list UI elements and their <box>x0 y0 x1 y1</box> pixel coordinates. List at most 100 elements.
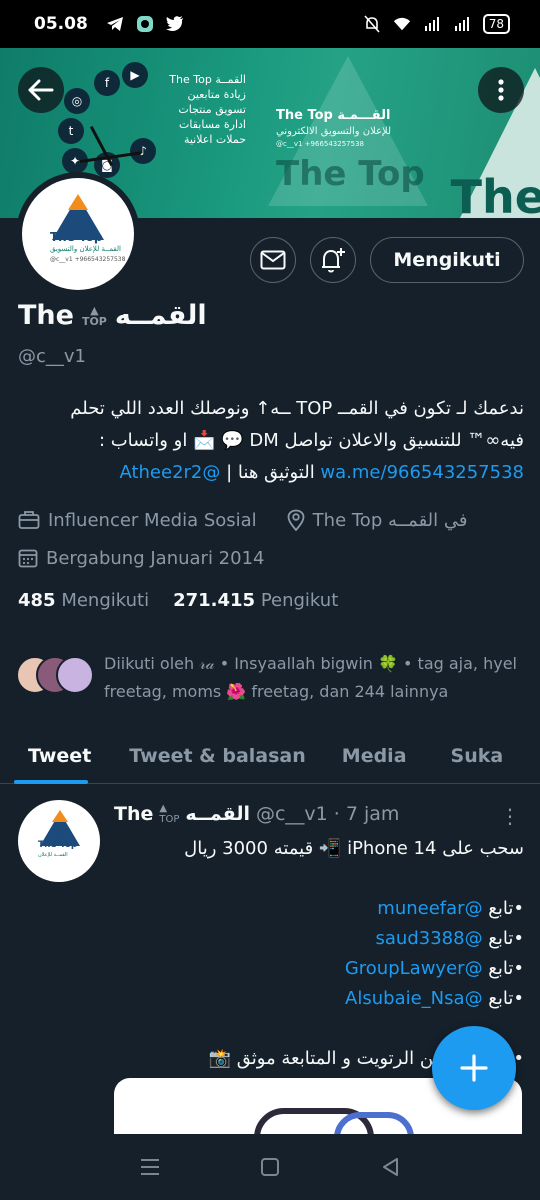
banner-line: زيادة متابعين <box>187 88 246 101</box>
bio-line: فيه∞™ للتنسيق والاعلان تواصل DM 💬 📩 او و… <box>98 430 524 451</box>
message-button[interactable] <box>250 237 296 283</box>
mention-link[interactable]: @Alsubaie_Nsa <box>345 988 483 1009</box>
recent-apps-button[interactable] <box>135 1152 165 1182</box>
bell-plus-icon <box>322 248 345 273</box>
follower-avatar <box>56 656 94 694</box>
profile-avatar[interactable]: The Top القمــة للإعلان والتسويق @c__v1 … <box>16 172 140 296</box>
tweet-follow-prefix: •تابع <box>482 928 524 949</box>
tweet-avatar-subtitle: القمــة للإعلان <box>38 852 68 858</box>
tweet-more-icon[interactable]: ⋮ <box>500 804 520 828</box>
avatar-contact: @c__v1 +966543257538 <box>50 256 126 263</box>
avatar-image: The Top القمــة للإعلان والتسويق @c__v1 … <box>22 178 134 290</box>
status-right-icons: 78 <box>363 14 510 34</box>
followers-stat[interactable]: 271.415 Pengikut <box>173 590 338 611</box>
square-icon <box>261 1158 279 1176</box>
bio-mention-link[interactable]: @Athee2r2 <box>119 462 220 483</box>
twitter-bird-icon <box>165 15 184 33</box>
avatar-subtitle: القمــة للإعلان والتسويق <box>50 245 121 253</box>
mail-icon <box>260 250 286 270</box>
more-vertical-icon <box>498 79 504 101</box>
bio-whatsapp-link[interactable]: wa.me/966543257538 <box>320 462 524 483</box>
banner-subtitle: للإعلان والتسويق الالكتروني <box>276 126 392 137</box>
profile-name: The ▲ TOP القمــه <box>18 300 207 331</box>
logo-peak-shape <box>52 810 68 822</box>
bio-text: التوثيق هنا | <box>220 462 321 483</box>
tweet-line: •تابع @GroupLawyer <box>114 954 524 984</box>
notifications-button[interactable] <box>310 237 356 283</box>
followed-by-text: Diikuti oleh 𝓇𝒶 • Insyaallah bigwin 🍀 • … <box>104 654 517 701</box>
bio-line: wa.me/966543257538 التوثيق هنا | @Athee2… <box>18 457 524 489</box>
mute-bell-icon <box>363 15 381 33</box>
followers-label: Pengikut <box>260 590 339 611</box>
tweet-line: •تابع @saud3388 <box>114 924 525 954</box>
follow-stats: 485 Mengikuti 271.415 Pengikut <box>18 590 338 611</box>
location-pin-icon <box>287 509 305 531</box>
tweet-avatar-brand: The Top <box>38 840 78 850</box>
wifi-icon <box>393 15 411 33</box>
avatar-brand: The Top <box>50 230 103 244</box>
tab-likes[interactable]: Suka <box>437 728 518 784</box>
banner-brand-large: The <box>450 170 540 218</box>
calendar-icon <box>18 549 38 568</box>
profile-handle: @c__v1 <box>18 346 87 367</box>
top-emoji-icon: ▲ TOP <box>159 803 180 825</box>
following-button[interactable]: Mengikuti <box>370 237 524 283</box>
home-button[interactable] <box>255 1152 285 1182</box>
tweet-avatar[interactable]: The Top القمــة للإعلان <box>18 800 100 882</box>
triangle-back-icon <box>383 1158 398 1176</box>
banner-contact: @c__v1 +966543257538 <box>276 140 364 148</box>
banner-line: تسويق منتجات <box>178 103 246 116</box>
bio-line: ندعمك لـ تكون في القمــ TOP ــه↑ ونوصلك … <box>70 398 524 419</box>
tab-media[interactable]: Media <box>328 728 421 784</box>
following-stat[interactable]: 485 Mengikuti <box>18 590 149 611</box>
profile-location: The Top في القمــه <box>312 509 468 531</box>
follower-avatars <box>16 656 94 696</box>
tweet-follow-prefix: •تابع <box>482 958 524 979</box>
compose-tweet-button[interactable] <box>432 1026 516 1110</box>
signal-icon-1 <box>423 15 441 33</box>
tweet-author-name-arabic[interactable]: القمــه <box>185 803 250 825</box>
tweet-header: The ▲ TOP القمــه @c__v1 · 7 jam <box>114 803 399 825</box>
profile-name-part: The <box>18 300 74 331</box>
twitter-icon: t <box>58 118 84 144</box>
top-emoji-label: TOP <box>159 814 180 825</box>
briefcase-icon <box>18 511 40 529</box>
battery-indicator: 78 <box>482 14 510 34</box>
status-time: 05.08 <box>34 14 88 34</box>
logo-peak-shape <box>68 194 88 210</box>
following-label: Mengikuti <box>61 590 150 611</box>
meta-row: Influencer Media Sosial The Top في القمـ… <box>18 505 468 535</box>
top-emoji-icon: ▲ TOP <box>81 303 107 328</box>
mention-link[interactable]: @muneefar <box>377 898 482 919</box>
banner-brand-watermark: The Top <box>276 154 425 194</box>
banner-title: The Top القـــمـة <box>276 108 391 123</box>
back-button[interactable] <box>18 67 64 113</box>
profile-tabs: Tweet Tweet & balasan Media Suka <box>0 728 540 784</box>
dribbble-icon: ◎ <box>64 88 90 114</box>
profile-bio: ندعمك لـ تكون في القمــ TOP ــه↑ ونوصلك … <box>18 393 524 489</box>
tweet-follow-prefix: •تابع <box>482 988 524 1009</box>
plus-icon <box>460 1054 488 1082</box>
tweet-handle-time: @c__v1 · 7 jam <box>255 803 400 825</box>
system-back-button[interactable] <box>375 1152 405 1182</box>
banner-line: ادارة مسابقات <box>179 118 246 131</box>
more-options-button[interactable] <box>478 67 524 113</box>
menu-lines-icon <box>141 1159 159 1175</box>
banner-services-text: The Top القمــة زيادة متابعين تسويق منتج… <box>146 72 246 147</box>
followers-count: 271.415 <box>173 590 256 611</box>
profile-category: Influencer Media Sosial <box>48 509 257 531</box>
status-bar: 05.08 78 <box>0 0 540 48</box>
mention-link[interactable]: @saud3388 <box>376 928 483 949</box>
profile-name-part: القمــه <box>114 300 207 331</box>
tweet-author-name[interactable]: The <box>114 803 153 825</box>
telegram-icon <box>106 15 124 33</box>
signal-icon-2 <box>453 15 471 33</box>
followed-by-section[interactable]: Diikuti oleh 𝓇𝒶 • Insyaallah bigwin 🍀 • … <box>16 650 524 706</box>
tweet-line: •تابع @muneefar <box>114 894 524 924</box>
system-navigation-bar <box>0 1134 540 1200</box>
meta-row: Bergabung Januari 2014 <box>18 543 468 573</box>
mention-link[interactable]: @GroupLawyer <box>345 958 483 979</box>
banner-line: حملات اعلانية <box>183 133 246 146</box>
tab-tweets[interactable]: Tweet <box>0 728 105 784</box>
tab-tweets-replies[interactable]: Tweet & balasan <box>115 728 320 784</box>
